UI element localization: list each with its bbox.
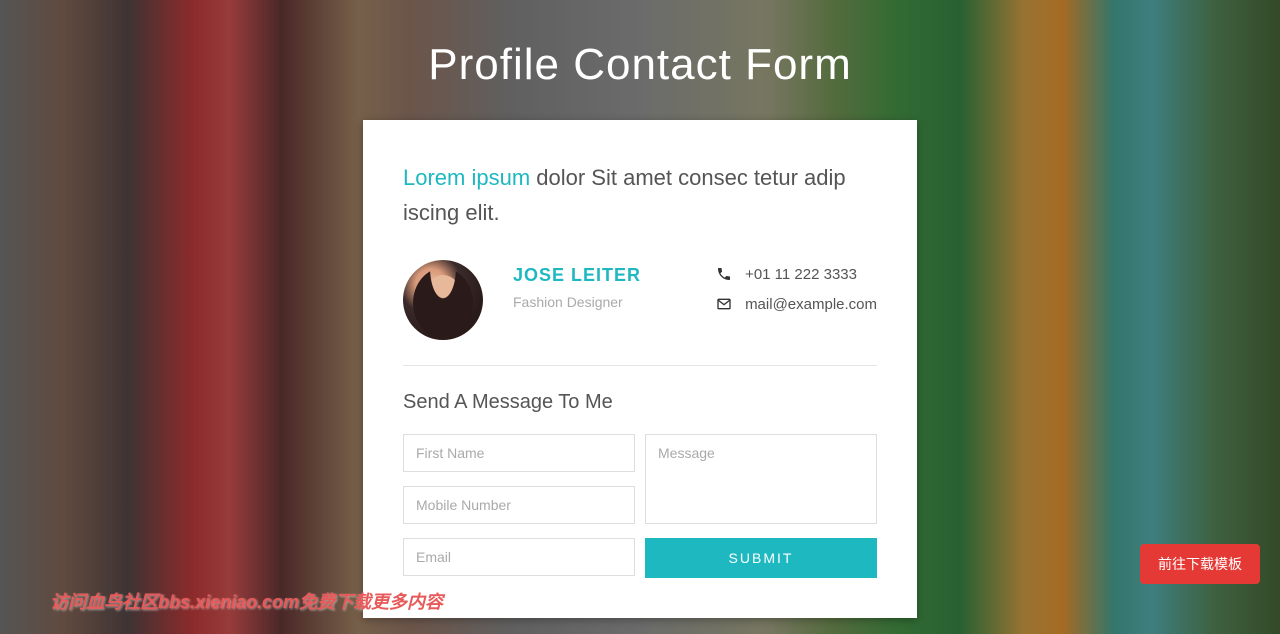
avatar <box>403 260 483 340</box>
contact-info: +01 11 222 3333 mail@example.com <box>715 260 877 325</box>
form-heading: Send A Message To Me <box>403 391 877 414</box>
form-col-left <box>403 434 635 578</box>
form-col-right: SUBMIT <box>645 434 877 578</box>
intro-highlight: Lorem ipsum <box>403 165 530 190</box>
profile-row: JOSE LEITER Fashion Designer +01 11 222 … <box>403 260 877 366</box>
profile-job-title: Fashion Designer <box>513 294 685 310</box>
email-icon <box>715 295 733 313</box>
download-template-button[interactable]: 前往下载模板 <box>1140 544 1260 584</box>
mobile-input[interactable] <box>403 486 635 524</box>
page-title: Profile Contact Form <box>0 0 1280 120</box>
email-item: mail@example.com <box>715 295 877 313</box>
form-row: SUBMIT <box>403 434 877 578</box>
phone-item: +01 11 222 3333 <box>715 265 877 283</box>
first-name-input[interactable] <box>403 434 635 472</box>
phone-icon <box>715 265 733 283</box>
profile-info: JOSE LEITER Fashion Designer <box>513 260 685 310</box>
email-input[interactable] <box>403 538 635 576</box>
message-input[interactable] <box>645 434 877 524</box>
profile-name: JOSE LEITER <box>513 265 685 286</box>
submit-button[interactable]: SUBMIT <box>645 538 877 578</box>
email-text: mail@example.com <box>745 296 877 313</box>
intro-text: Lorem ipsum dolor Sit amet consec tetur … <box>403 160 877 230</box>
watermark-text: 访问血鸟社区bbs.xieniao.com免费下载更多内容 <box>50 588 443 614</box>
phone-text: +01 11 222 3333 <box>745 266 857 283</box>
contact-card: Lorem ipsum dolor Sit amet consec tetur … <box>363 120 917 618</box>
